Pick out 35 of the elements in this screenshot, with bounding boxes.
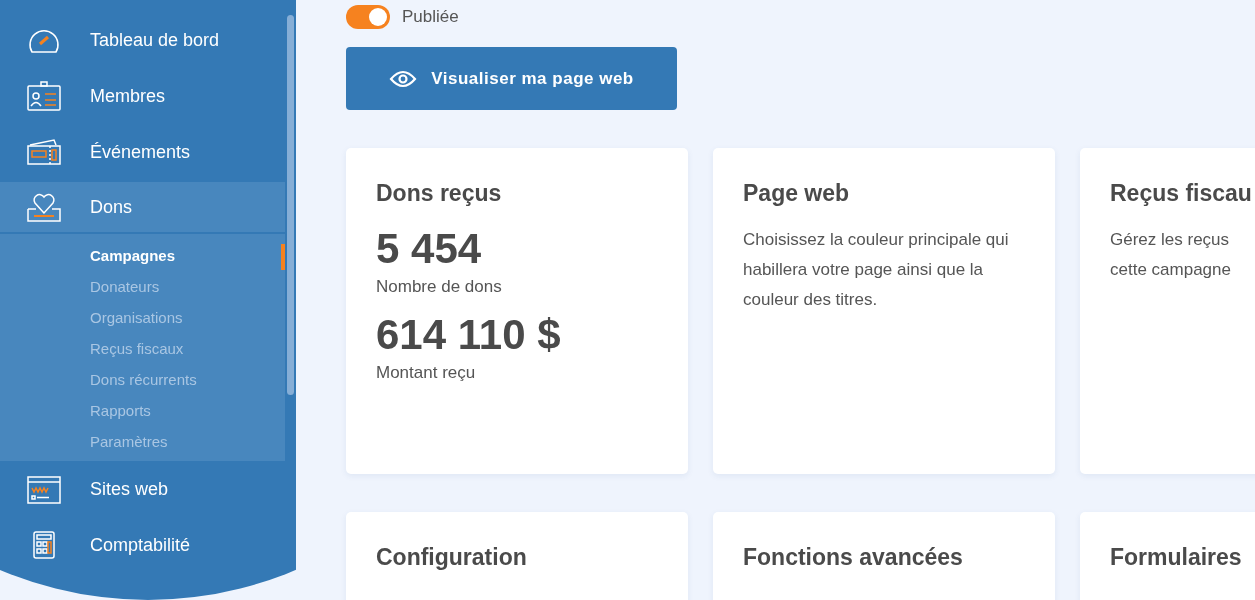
browser-icon bbox=[24, 473, 64, 505]
card-text: cette campagne bbox=[1110, 259, 1232, 281]
card-title: Reçus fiscau bbox=[1110, 180, 1253, 207]
eye-icon bbox=[389, 68, 418, 89]
card[interactable]: Page web Choisissez la couleur principale qui habillera votre page ainsi que la couleur des titres. bbox=[713, 148, 1055, 474]
ticket-icon bbox=[24, 136, 64, 168]
scrollbar[interactable] bbox=[287, 15, 294, 395]
card[interactable]: Dons reçus 5 454 Nombre de dons 614 110 $ Montant reçu bbox=[346, 148, 688, 474]
nav-item[interactable]: Dons bbox=[0, 182, 285, 232]
card-text: Gérez les reçus bbox=[1110, 229, 1231, 251]
preview-button[interactable]: Visualiser ma page web bbox=[346, 47, 677, 110]
card-title: Page web bbox=[743, 180, 851, 207]
card-title: Dons reçus bbox=[376, 180, 503, 207]
card-text: Choisissez la couleur principale qui habillera votre page ainsi que la couleur des titres. bbox=[743, 229, 1010, 311]
toggle-switch[interactable] bbox=[346, 4, 390, 29]
card[interactable]: Reçus fiscau Gérez les reçus cette campagne bbox=[1080, 148, 1255, 474]
card[interactable]: Configuration bbox=[346, 512, 688, 600]
nav-item[interactable]: Sites web bbox=[0, 461, 285, 517]
toggle-label: Publiée bbox=[402, 6, 459, 27]
nav-item[interactable]: Membres bbox=[0, 68, 285, 124]
card[interactable]: Formulaires bbox=[1080, 512, 1255, 600]
nav-item[interactable]: Événements bbox=[0, 124, 285, 180]
submenu-item[interactable]: Campagnes bbox=[0, 240, 285, 271]
stat-value: 5 454 bbox=[376, 225, 483, 273]
card-title: Fonctions avancées bbox=[743, 544, 964, 571]
nav-item[interactable]: Tableau de bord bbox=[0, 12, 285, 68]
card[interactable]: Fonctions avancées bbox=[713, 512, 1055, 600]
id-card-icon bbox=[24, 80, 64, 112]
card-title: Configuration bbox=[376, 544, 528, 571]
nav-item[interactable]: Comptabilité bbox=[0, 517, 285, 573]
stat-label: Montant reçu bbox=[376, 363, 477, 383]
stat-value: 614 110 $ bbox=[376, 311, 562, 359]
heart-box-icon bbox=[24, 191, 64, 223]
card-title: Formulaires bbox=[1110, 544, 1243, 571]
stat-label: Nombre de dons bbox=[376, 277, 503, 297]
